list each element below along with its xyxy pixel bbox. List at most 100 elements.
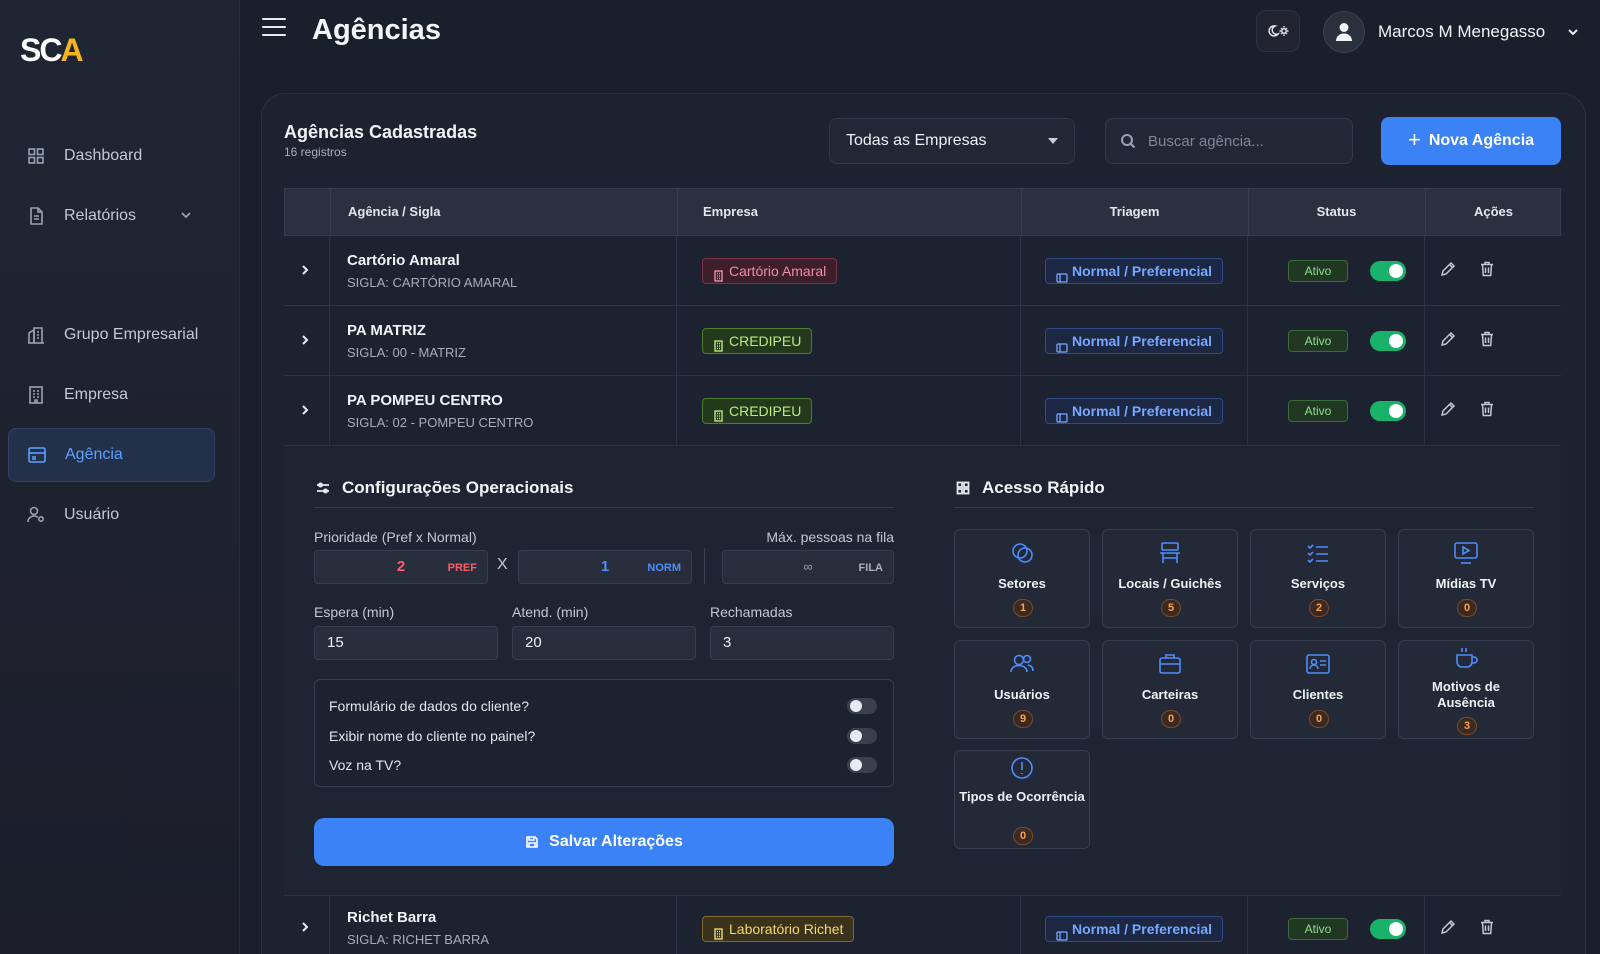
ticket-icon: [1056, 406, 1068, 423]
form-client-toggle[interactable]: [847, 698, 877, 714]
grid-icon: [956, 481, 970, 495]
app-logo[interactable]: SC A: [20, 32, 84, 68]
chevron-right-icon[interactable]: [298, 333, 312, 347]
edit-icon[interactable]: [1439, 330, 1457, 348]
sidebar-item-relatorios[interactable]: Relatórios: [8, 189, 215, 243]
column-header[interactable]: Empresa: [703, 189, 758, 235]
column-header[interactable]: Triagem: [1021, 189, 1248, 235]
espera-input[interactable]: 15: [314, 626, 498, 660]
sidebar-item-label: Grupo Empresarial: [64, 326, 199, 343]
sidebar-item-grupo-empresarial[interactable]: Grupo Empresarial: [8, 308, 215, 362]
trash-icon[interactable]: [1478, 918, 1496, 936]
pref-suffix: PREF: [447, 562, 477, 574]
building-icon: [713, 335, 724, 352]
avatar[interactable]: [1323, 11, 1365, 53]
options-panel: Formulário de dados do cliente? Exibir n…: [314, 679, 894, 787]
table-row[interactable]: PA MATRIZ SIGLA: 00 - MATRIZ CREDIPEU No…: [284, 306, 1561, 376]
buildings-icon: [26, 325, 46, 345]
max-queue-input[interactable]: ∞ FILA: [722, 550, 894, 584]
espera-label: Espera (min): [314, 604, 395, 620]
trash-icon[interactable]: [1478, 330, 1496, 348]
table-row[interactable]: PA POMPEU CENTRO SIGLA: 02 - POMPEU CENT…: [284, 376, 1561, 446]
status-toggle[interactable]: [1370, 401, 1406, 421]
quick-setores[interactable]: Setores 1: [954, 529, 1090, 628]
status-toggle[interactable]: [1370, 331, 1406, 351]
tv-voice-toggle[interactable]: [847, 757, 877, 773]
status-badge: Ativo: [1288, 260, 1348, 282]
sidebar-item-agencia[interactable]: Agência: [8, 428, 215, 482]
company-filter-select[interactable]: Todas as Empresas: [829, 118, 1075, 164]
company-badge: CREDIPEU: [702, 328, 813, 354]
triage-label: Normal / Preferencial: [1072, 333, 1213, 349]
column-header[interactable]: Agência / Sigla: [348, 189, 440, 235]
quick-motivos-ausencia[interactable]: Motivos de Ausência 3: [1398, 640, 1534, 739]
triage-label: Normal / Preferencial: [1072, 921, 1213, 937]
search-input[interactable]: [1148, 132, 1338, 150]
grid-icon: [26, 146, 46, 166]
table-row[interactable]: Richet Barra SIGLA: RICHET BARRA Laborat…: [284, 896, 1561, 954]
theme-toggle-button[interactable]: [1256, 10, 1300, 52]
ticket-icon: [1056, 924, 1068, 941]
quick-usuarios[interactable]: Usuários 9: [954, 640, 1090, 739]
menu-icon[interactable]: [262, 18, 286, 40]
status-toggle[interactable]: [1370, 261, 1406, 281]
agency-sigla: SIGLA: 00 - MATRIZ: [347, 345, 466, 360]
quick-locais[interactable]: Locais / Guichês 5: [1102, 529, 1238, 628]
company-badge: CREDIPEU: [702, 398, 813, 424]
quick-label: Usuários: [994, 687, 1050, 702]
chevron-right-icon[interactable]: [298, 920, 312, 934]
sidebar-item-label: Empresa: [64, 386, 129, 403]
atend-input[interactable]: 20: [512, 626, 696, 660]
quick-servicos[interactable]: Serviços 2: [1250, 529, 1386, 628]
chevron-right-icon[interactable]: [298, 403, 312, 417]
sidebar-item-usuario[interactable]: Usuário: [8, 488, 215, 542]
checklist-icon: [1251, 540, 1385, 568]
max-suffix: FILA: [858, 562, 883, 574]
edit-icon[interactable]: [1439, 260, 1457, 278]
rechamadas-input[interactable]: 3: [710, 626, 894, 660]
plus-icon: +: [1407, 127, 1421, 152]
trash-icon[interactable]: [1478, 400, 1496, 418]
column-header: Ações: [1473, 204, 1514, 219]
quick-carteiras[interactable]: Carteiras 0: [1102, 640, 1238, 739]
quick-label: Carteiras: [1141, 687, 1199, 702]
user-gear-icon: [26, 505, 46, 525]
triage-badge: Normal / Preferencial: [1045, 916, 1224, 942]
status-toggle[interactable]: [1370, 919, 1406, 939]
quick-midias-tv[interactable]: Mídias TV 0: [1398, 529, 1534, 628]
record-count: 16 registros: [284, 145, 347, 159]
document-icon: [26, 206, 46, 226]
quick-tipos-ocorrencia[interactable]: Tipos de Ocorrência 0: [954, 750, 1090, 849]
sectors-icon: [955, 540, 1089, 568]
atend-label: Atend. (min): [512, 604, 589, 620]
norm-priority-input[interactable]: 1 NORM: [518, 550, 692, 584]
sidebar-item-dashboard[interactable]: Dashboard: [8, 129, 215, 183]
column-header[interactable]: Status: [1248, 189, 1425, 235]
chevron-down-icon[interactable]: [179, 208, 193, 222]
chevron-right-icon[interactable]: [298, 263, 312, 277]
sidebar: SC A Dashboard Relatórios Grupo Empresari…: [0, 0, 240, 954]
priority-separator: X: [497, 556, 508, 573]
user-name[interactable]: Marcos M Menegasso: [1378, 22, 1545, 42]
pref-priority-input[interactable]: 2 PREF: [314, 550, 488, 584]
triage-label: Normal / Preferencial: [1072, 263, 1213, 279]
priority-label: Prioridade (Pref x Normal): [314, 529, 477, 545]
trash-icon[interactable]: [1478, 260, 1496, 278]
chevron-down-icon[interactable]: [1566, 25, 1580, 39]
new-agency-button[interactable]: + Nova Agência: [1381, 117, 1561, 165]
quick-count: 3: [1457, 717, 1477, 735]
alert-circle-icon: [955, 755, 1089, 783]
quick-label: Mídias TV: [1435, 576, 1497, 591]
table-row[interactable]: Cartório Amaral SIGLA: CARTÓRIO AMARAL C…: [284, 236, 1561, 306]
building-icon: [26, 385, 46, 405]
edit-icon[interactable]: [1439, 918, 1457, 936]
sidebar-item-empresa[interactable]: Empresa: [8, 368, 215, 422]
save-button[interactable]: Salvar Alterações: [314, 818, 894, 866]
edit-icon[interactable]: [1439, 400, 1457, 418]
quick-label: Locais / Guichês: [1118, 576, 1222, 591]
show-name-toggle[interactable]: [847, 728, 877, 744]
quick-clientes[interactable]: Clientes 0: [1250, 640, 1386, 739]
quick-count: 0: [1457, 599, 1477, 617]
triage-badge: Normal / Preferencial: [1045, 398, 1224, 424]
search-box[interactable]: [1105, 118, 1353, 164]
